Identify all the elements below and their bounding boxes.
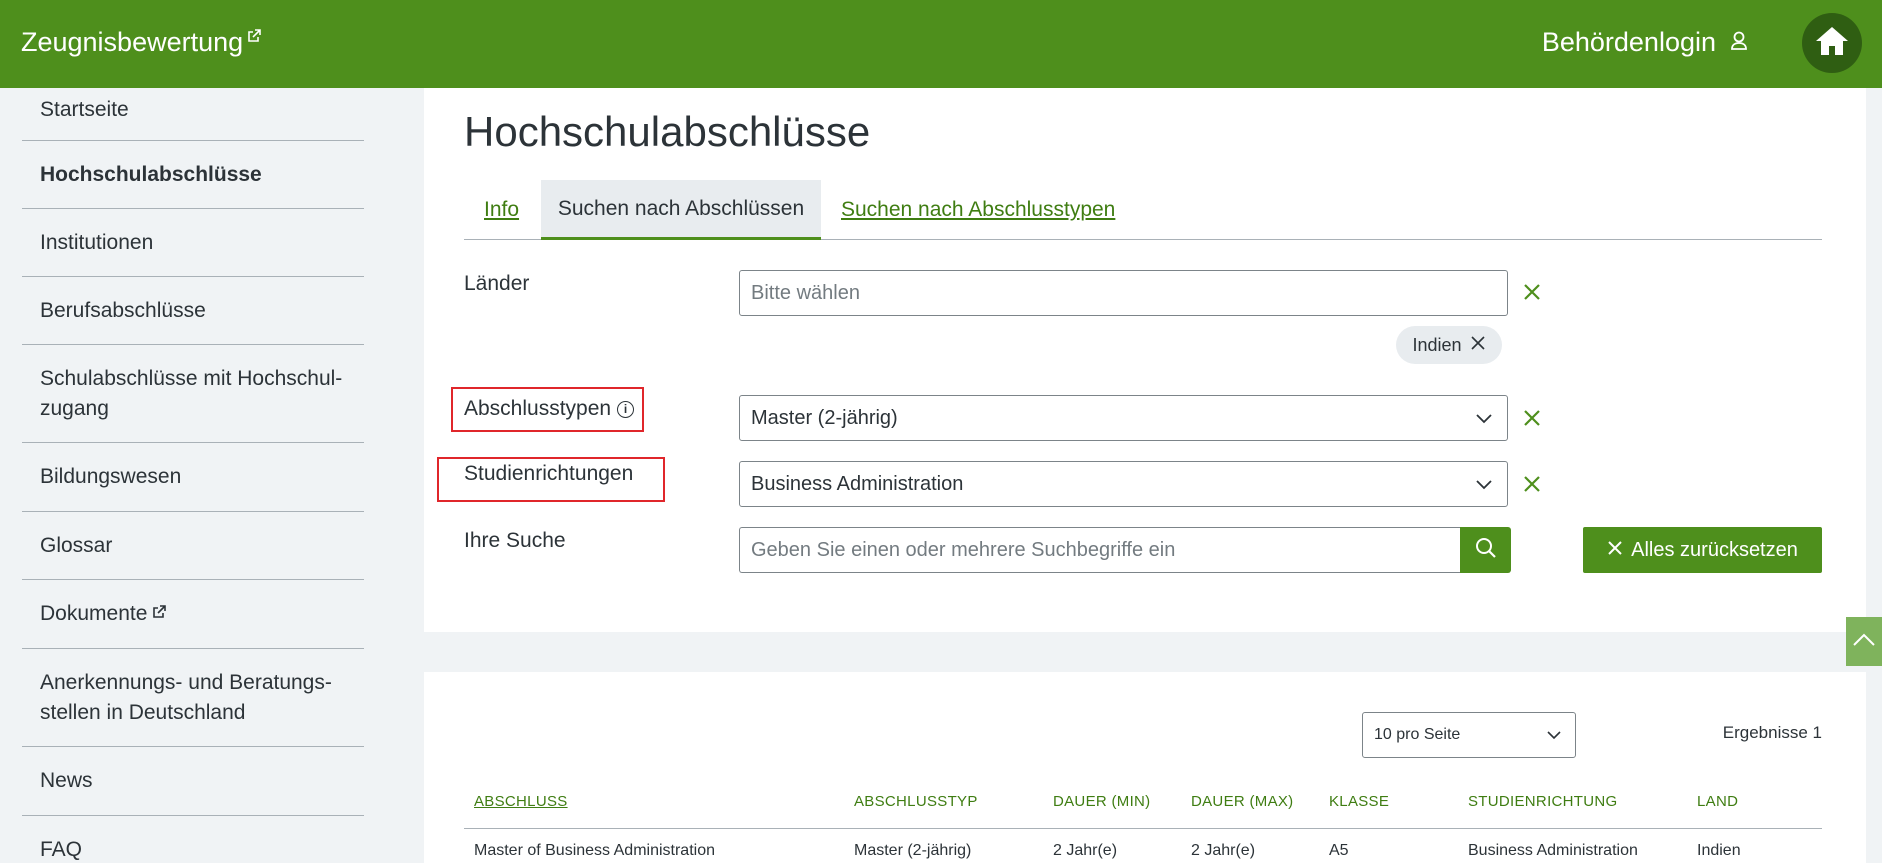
- cell-abschlusstyp: Master (2-jährig): [854, 842, 972, 859]
- search-button[interactable]: [1460, 527, 1511, 573]
- close-icon: [1522, 284, 1542, 306]
- close-icon: [1522, 410, 1542, 432]
- login-label: Behördenlogin: [1541, 27, 1716, 57]
- degree-types-label: Abschlusstypen i: [464, 397, 635, 421]
- cell-klasse: A5: [1329, 842, 1349, 859]
- search-placeholder: Geben Sie einen oder mehrere Suchbegriff…: [751, 538, 1176, 561]
- column-header-klasse: KLASSE: [1329, 793, 1390, 810]
- sidebar-item-label: Institutionen: [40, 230, 154, 254]
- country-chip-indien[interactable]: Indien: [1396, 326, 1502, 364]
- label-line-1: Schulabschlüsse mit Hochschul-: [40, 366, 343, 390]
- sidebar-item-label: Berufsabschlüsse: [40, 298, 206, 322]
- fields-of-study-value: Business Administration: [751, 472, 964, 495]
- cell-dauer-max: 2 Jahr(e): [1191, 842, 1256, 859]
- results-count: Ergebnisse 1: [1722, 723, 1822, 742]
- brand-link[interactable]: Zeugnisbewertung: [21, 27, 261, 58]
- sidebar-item-anerkennungsstellen[interactable]: Anerkennungs- und Beratungs-stellen in D…: [22, 649, 364, 747]
- column-header-abschluss[interactable]: ABSCHLUSS: [474, 793, 568, 810]
- page-title: Hochschulabschlüsse: [464, 108, 871, 155]
- cell-land: Indien: [1697, 842, 1741, 859]
- column-header-abschlusstyp: ABSCHLUSSTYP: [854, 793, 978, 810]
- sidebar-item-dokumente[interactable]: Dokumente: [22, 580, 364, 649]
- tab-info[interactable]: Info: [484, 180, 519, 240]
- countries-placeholder: Bitte wählen: [751, 281, 860, 304]
- search-icon: [1475, 537, 1497, 564]
- label-line-2: stellen in Deutschland: [40, 700, 246, 724]
- cell-abschluss[interactable]: Master of Business Administration: [474, 842, 715, 860]
- close-icon: [1522, 476, 1542, 498]
- sidebar-item-label: Dokumente: [40, 602, 148, 625]
- reset-label: Alles zurücksetzen: [1631, 538, 1798, 561]
- scroll-to-top-button[interactable]: [1846, 617, 1882, 666]
- sidebar-item-label: Glossar: [40, 533, 113, 557]
- sidebar-item-faq[interactable]: FAQ: [22, 816, 364, 863]
- results-panel: [424, 672, 1866, 863]
- tab-search-degree-types[interactable]: Suchen nach Abschlusstypen: [841, 180, 1115, 240]
- countries-select[interactable]: Bitte wählen: [739, 270, 1508, 316]
- degree-types-value: Master (2-jährig): [751, 406, 898, 429]
- cell-dauer-min: 2 Jahr(e): [1053, 842, 1118, 859]
- remove-chip-icon[interactable]: [1470, 335, 1486, 356]
- fields-of-study-select[interactable]: Business Administration: [739, 461, 1508, 507]
- sidebar-nav: Startseite Hochschulabschlüsse Instituti…: [22, 88, 364, 863]
- per-page-value: 10 pro Seite: [1374, 726, 1461, 743]
- sidebar-item-hochschulabschluesse[interactable]: Hochschulabschlüsse: [22, 141, 364, 209]
- chevron-down-icon: [1546, 727, 1562, 748]
- info-icon[interactable]: i: [617, 400, 635, 418]
- chip-label: Indien: [1412, 334, 1462, 355]
- sidebar-item-institutionen[interactable]: Institutionen: [22, 209, 364, 277]
- search-label: Ihre Suche: [464, 529, 566, 552]
- sidebar-item-label: Schulabschlüsse mit Hochschul-zugang: [40, 364, 342, 424]
- home-button[interactable]: [1802, 13, 1862, 73]
- sidebar-item-glossar[interactable]: Glossar: [22, 512, 364, 580]
- chevron-up-icon: [1852, 631, 1876, 652]
- tab-bar: Info Suchen nach Abschlüssen Suchen nach…: [464, 180, 1822, 240]
- per-page-select[interactable]: 10 pro Seite: [1362, 712, 1576, 758]
- sidebar-item-bildungswesen[interactable]: Bildungswesen: [22, 443, 364, 512]
- fields-of-study-label: Studienrichtungen: [464, 462, 634, 485]
- sidebar-item-label: Bildungswesen: [40, 465, 182, 488]
- label-line-1: Anerkennungs- und Beratungs-: [40, 670, 332, 694]
- clear-countries-button[interactable]: [1522, 282, 1542, 302]
- degree-types-label-text: Abschlusstypen: [464, 397, 612, 420]
- close-icon: [1607, 539, 1623, 562]
- label-line-2: zugang: [40, 396, 109, 420]
- clear-fields-of-study-button[interactable]: [1522, 474, 1542, 494]
- clear-degree-types-button[interactable]: [1522, 408, 1542, 428]
- column-header-dauer-min: DAUER (MIN): [1053, 793, 1151, 810]
- results-table-header: ABSCHLUSS ABSCHLUSSTYP DAUER (MIN) DAUER…: [464, 789, 1822, 829]
- user-icon: [1730, 27, 1748, 58]
- sidebar-item-label: Anerkennungs- und Beratungs-stellen in D…: [40, 668, 332, 728]
- sidebar-item-berufsabschluesse[interactable]: Berufsabschlüsse: [22, 277, 364, 345]
- sidebar-item-news[interactable]: News: [22, 747, 364, 816]
- home-icon: [1814, 25, 1850, 62]
- degree-types-select[interactable]: Master (2-jährig): [739, 395, 1508, 441]
- chevron-down-icon: [1475, 409, 1493, 433]
- sidebar-item-label: FAQ: [40, 838, 83, 861]
- authority-login-link[interactable]: Behördenlogin: [1542, 27, 1748, 58]
- external-link-icon: [247, 29, 261, 47]
- countries-label: Länder: [464, 272, 530, 295]
- chevron-down-icon: [1475, 475, 1493, 499]
- tab-search-degrees[interactable]: Suchen nach Abschlüssen: [541, 180, 821, 240]
- cell-studienrichtung: Business Administration: [1468, 842, 1638, 859]
- brand-label: Zeugnisbewertung: [21, 27, 244, 57]
- column-header-dauer-max: DAUER (MAX): [1191, 793, 1294, 810]
- search-input[interactable]: Geben Sie einen oder mehrere Suchbegriff…: [739, 527, 1460, 573]
- sidebar-item-label: Hochschulabschlüsse: [40, 162, 262, 186]
- sidebar-item-startseite[interactable]: Startseite: [22, 88, 364, 141]
- sidebar-item-label: News: [40, 769, 93, 792]
- sidebar-item-schulabschluesse[interactable]: Schulabschlüsse mit Hochschul-zugang: [22, 345, 364, 443]
- column-header-land: LAND: [1697, 793, 1739, 810]
- reset-all-button[interactable]: Alles zurücksetzen: [1583, 527, 1822, 573]
- external-link-icon: [152, 605, 167, 623]
- top-header: Zeugnisbewertung Behördenlogin: [0, 0, 1882, 88]
- sidebar-item-label: Startseite: [40, 98, 129, 121]
- column-header-studienrichtung: STUDIENRICHTUNG: [1468, 793, 1618, 810]
